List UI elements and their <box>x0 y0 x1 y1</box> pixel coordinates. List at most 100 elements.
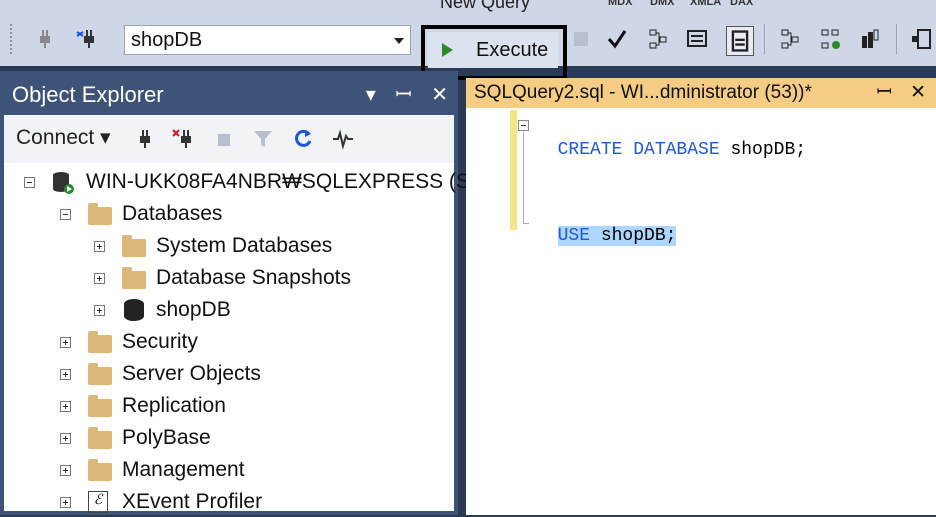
query-options-icon[interactable] <box>686 28 708 50</box>
database-icon <box>124 299 144 321</box>
object-explorer-toolbar: Connect ▾ <box>4 115 454 163</box>
tree-node-database-snapshots[interactable]: Database Snapshots <box>4 263 454 293</box>
sql-keyword: USE <box>557 226 591 246</box>
tree-node-server-objects[interactable]: Server Objects <box>4 359 454 389</box>
tree-node-label: Replication <box>122 394 226 417</box>
tree-node-xevent-profiler[interactable]: ℰ XEvent Profiler <box>4 487 454 517</box>
close-icon[interactable]: ✕ <box>431 84 448 106</box>
toolbar-separator <box>764 24 765 54</box>
new-query-label[interactable]: New Query <box>440 0 530 13</box>
database-select-value: shopDB <box>131 29 203 51</box>
results-to-grid-icon[interactable] <box>726 26 754 56</box>
tree-node-security[interactable]: Security <box>4 327 454 357</box>
connect-plug-icon[interactable] <box>134 128 156 150</box>
toolbar-separator <box>896 24 897 54</box>
tab-sqlquery2[interactable]: SQLQuery2.sql - WI...dministrator (53))*… <box>466 78 936 108</box>
tree-node-label: Database Snapshots <box>156 266 351 289</box>
query-toolbar: shopDB Execute <box>0 14 936 80</box>
folder-icon <box>88 331 112 353</box>
mdx-icon[interactable]: MDX <box>608 0 632 8</box>
object-explorer-panel: Object Explorer ▾ ꟷ ✕ Connect ▾ WIN-UKK0… <box>0 71 486 517</box>
tree-node-label: WIN-UKK08FA4NBR₩SQLEXPRESS (SQ <box>86 170 487 193</box>
object-explorer-title: Object Explorer <box>12 82 164 107</box>
tree-node-label: Databases <box>122 202 223 225</box>
tree-node-system-databases[interactable]: System Databases <box>4 231 454 261</box>
code-line-1[interactable]: CREATE DATABASE shopDB; <box>536 114 806 162</box>
collapse-region-icon[interactable] <box>518 120 529 131</box>
expand-icon[interactable] <box>94 305 105 316</box>
folder-icon <box>88 363 112 385</box>
tree-node-server[interactable]: WIN-UKK08FA4NBR₩SQLEXPRESS (SQ <box>4 167 486 197</box>
xmla-icon[interactable]: XMLA <box>690 0 721 8</box>
sql-text: shopDB; <box>590 226 677 246</box>
tree-node-management[interactable]: Management <box>4 455 454 485</box>
change-connection-icon[interactable] <box>76 28 98 50</box>
server-icon <box>53 172 74 194</box>
collapse-icon[interactable] <box>24 177 35 188</box>
tree-node-label: shopDB <box>156 298 231 321</box>
execute-label: Execute <box>476 39 549 61</box>
dropdown-arrow-icon[interactable]: ▾ <box>366 84 376 106</box>
live-statistics-icon[interactable] <box>858 28 880 50</box>
tree-node-label: Security <box>122 330 198 353</box>
expand-icon[interactable] <box>60 433 71 444</box>
folder-icon <box>88 459 112 481</box>
fold-guide <box>523 132 524 224</box>
dax-icon[interactable]: DAX <box>730 0 753 8</box>
disconnect-icon[interactable] <box>172 128 194 150</box>
connect-plug-icon[interactable] <box>34 28 56 50</box>
tree-node-label: XEvent Profiler <box>122 490 263 513</box>
tree-node-shopdb[interactable]: shopDB <box>4 295 454 325</box>
expand-icon[interactable] <box>60 337 71 348</box>
folder-icon <box>122 235 146 257</box>
stop-icon[interactable] <box>218 134 230 146</box>
stop-icon[interactable] <box>574 32 588 46</box>
display-plan-icon[interactable] <box>648 28 670 50</box>
pin-icon[interactable]: ꟷ <box>877 78 892 108</box>
chevron-down-icon <box>394 38 404 44</box>
filter-icon[interactable] <box>252 128 274 150</box>
sql-text: shopDB; <box>719 140 807 160</box>
collapse-icon[interactable] <box>60 209 71 220</box>
expand-icon[interactable] <box>94 273 105 284</box>
expand-icon[interactable] <box>94 241 105 252</box>
toolbar-grip[interactable] <box>10 24 16 54</box>
play-icon <box>442 43 453 57</box>
client-statistics-icon[interactable] <box>820 28 842 50</box>
expand-icon[interactable] <box>60 369 71 380</box>
xevent-icon: ℰ <box>88 491 108 513</box>
folder-icon <box>122 267 146 289</box>
close-icon[interactable]: ✕ <box>910 78 926 108</box>
sql-keyword: CREATE DATABASE <box>557 140 720 160</box>
expand-icon[interactable] <box>60 465 71 476</box>
toolbar-top-row: New Query MDX DMX XMLA DAX <box>0 0 936 14</box>
refresh-icon[interactable] <box>292 128 314 150</box>
tree-node-replication[interactable]: Replication <box>4 391 454 421</box>
include-plan-icon[interactable] <box>780 28 802 50</box>
object-explorer-title-bar: Object Explorer ▾ ꟷ ✕ <box>4 75 454 115</box>
activity-monitor-icon[interactable] <box>332 128 354 150</box>
comment-icon[interactable] <box>910 28 932 50</box>
execute-button[interactable]: Execute <box>428 32 558 68</box>
folder-icon <box>88 203 112 225</box>
folder-icon <box>88 395 112 417</box>
dmx-icon[interactable]: DMX <box>650 0 674 8</box>
expand-icon[interactable] <box>60 401 71 412</box>
code-line-2[interactable]: USE shopDB; <box>536 200 677 248</box>
tree-node-label: System Databases <box>156 234 333 257</box>
tree-node-label: Management <box>122 458 245 481</box>
folder-icon <box>88 427 112 449</box>
parse-check-icon[interactable] <box>606 28 628 50</box>
tree-node-polybase[interactable]: PolyBase <box>4 423 454 453</box>
fold-guide-end <box>523 223 529 224</box>
tab-title: SQLQuery2.sql - WI...dministrator (53))* <box>474 82 812 103</box>
connect-dropdown[interactable]: Connect ▾ <box>16 125 111 150</box>
tree-node-label: Server Objects <box>122 362 261 385</box>
connect-label: Connect <box>16 126 95 149</box>
pin-icon[interactable]: ꟷ <box>395 84 411 106</box>
expand-icon[interactable] <box>60 497 71 508</box>
tree-node-databases[interactable]: Databases <box>4 199 454 229</box>
panel-controls: ▾ ꟷ ✕ <box>352 75 448 115</box>
tree-node-label: PolyBase <box>122 426 211 449</box>
database-select[interactable]: shopDB <box>124 25 411 55</box>
